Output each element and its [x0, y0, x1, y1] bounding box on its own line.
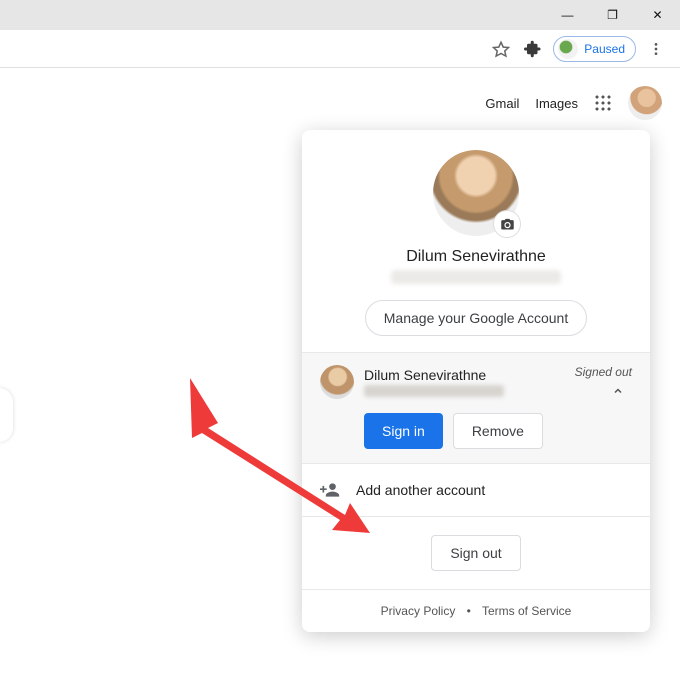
extensions-icon[interactable]: [517, 33, 549, 65]
profile-status-pill[interactable]: Paused: [553, 36, 636, 62]
restore-button[interactable]: ❐: [590, 0, 635, 30]
account-card-footer: Privacy Policy • Terms of Service: [302, 589, 650, 632]
window-titlebar: — ❐ ✕: [0, 0, 680, 30]
profile-pill-avatar-icon: [558, 39, 578, 59]
paused-label: Paused: [584, 42, 625, 56]
sign-in-button[interactable]: Sign in: [364, 413, 443, 449]
avatar-wrap: [433, 150, 519, 236]
bookmark-star-icon[interactable]: [485, 33, 517, 65]
profile-name: Dilum Senevirathne: [322, 248, 630, 266]
camera-icon: [500, 217, 515, 232]
browser-toolbar: Paused: [0, 30, 680, 68]
secondary-account-email-blurred: [364, 385, 504, 397]
secondary-account-avatar: [320, 365, 354, 399]
minimize-button[interactable]: —: [545, 0, 590, 30]
apps-grid-icon[interactable]: [594, 94, 612, 112]
page-content: Gmail Images Dilum Senevirathne Manage y…: [0, 68, 680, 673]
google-top-nav: Gmail Images: [485, 86, 662, 120]
add-account-label: Add another account: [356, 482, 485, 498]
add-person-icon: [320, 480, 342, 500]
manage-account-button[interactable]: Manage your Google Account: [365, 300, 587, 336]
account-avatar-small[interactable]: [628, 86, 662, 120]
secondary-account-row[interactable]: Dilum Senevirathne Signed out Sign in Re…: [302, 352, 650, 463]
account-menu-card: Dilum Senevirathne Manage your Google Ac…: [302, 130, 650, 632]
chevron-up-icon[interactable]: [612, 385, 624, 397]
profile-email-blurred: [391, 270, 561, 284]
sign-out-row: Sign out: [302, 516, 650, 589]
footer-dot: •: [467, 604, 471, 618]
close-window-button[interactable]: ✕: [635, 0, 680, 30]
remove-account-button[interactable]: Remove: [453, 413, 543, 449]
secondary-account-name: Dilum Senevirathne: [364, 367, 504, 383]
signed-out-label: Signed out: [575, 365, 632, 379]
change-photo-button[interactable]: [493, 210, 521, 238]
images-link[interactable]: Images: [535, 96, 578, 111]
browser-menu-icon[interactable]: [640, 33, 672, 65]
gmail-link[interactable]: Gmail: [485, 96, 519, 111]
terms-link[interactable]: Terms of Service: [482, 604, 571, 618]
sign-out-button[interactable]: Sign out: [431, 535, 520, 571]
account-primary-section: Dilum Senevirathne Manage your Google Ac…: [302, 130, 650, 352]
left-edge-handle: [0, 388, 13, 442]
add-account-row[interactable]: Add another account: [302, 463, 650, 516]
privacy-link[interactable]: Privacy Policy: [381, 604, 456, 618]
